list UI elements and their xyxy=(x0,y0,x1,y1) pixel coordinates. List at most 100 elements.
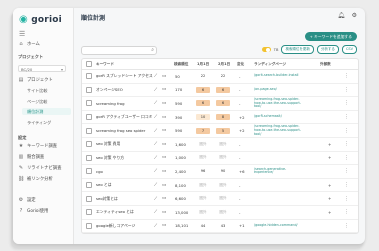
trend-icon[interactable]: ⟋ xyxy=(154,206,157,219)
sidebar-item-rank-tracking[interactable]: 順位計測 xyxy=(22,108,71,115)
sidebar-item-help[interactable]: ? Gorioi使用 xyxy=(18,208,49,214)
gear-icon[interactable]: ⚙ xyxy=(352,12,357,19)
more-icon[interactable]: ⋮ xyxy=(344,111,349,124)
trend-icon[interactable]: ⟋ xyxy=(154,179,157,192)
row-checkbox[interactable] xyxy=(86,70,92,83)
more-icon[interactable]: ⋮ xyxy=(344,206,349,219)
tag-add-icon[interactable]: + xyxy=(328,179,331,192)
row-checkbox[interactable] xyxy=(86,206,92,219)
sidebar-item-site-compare[interactable]: サイト比較 xyxy=(27,88,47,94)
row-checkbox[interactable] xyxy=(86,220,92,233)
header-change[interactable]: 変化 xyxy=(237,59,244,69)
row-checkbox[interactable] xyxy=(86,124,92,137)
table-row[interactable]: オンページSEO ⟋ ▭ 170 6 6 - /on-page-seo/ ⋮ xyxy=(82,84,358,98)
select-all-checkbox[interactable] xyxy=(86,59,92,69)
project-select[interactable]: BC/20 ▾ xyxy=(18,65,66,72)
sidebar-item-project[interactable]: ▤ プロジェクト xyxy=(18,77,53,83)
monitor-icon[interactable]: ▭ xyxy=(162,220,166,233)
more-icon[interactable]: ⋮ xyxy=(344,70,349,83)
table-row[interactable]: seo とは ⟋ ▭ 8,100 圏外 圏外 - + ⋮ xyxy=(82,179,358,193)
checkbox[interactable] xyxy=(86,222,92,229)
sidebar-item-backlink[interactable]: ⛓ 被リンク分析 xyxy=(18,176,53,182)
trend-icon[interactable]: ⟋ xyxy=(154,220,157,233)
checkbox[interactable] xyxy=(86,182,92,189)
landing-page-cell[interactable]: /gorit-search-builder-install xyxy=(254,70,304,83)
tag-add-icon[interactable]: + xyxy=(328,206,331,219)
row-checkbox[interactable] xyxy=(86,179,92,192)
row-checkbox[interactable] xyxy=(86,111,92,124)
header-date-2[interactable]: 2月1日 xyxy=(218,59,230,69)
trend-icon[interactable]: ⟋ xyxy=(154,192,157,205)
checkbox[interactable] xyxy=(86,209,92,216)
sidebar-item-rewrite[interactable]: ✎ リライトナビ調査 xyxy=(18,165,61,171)
keyword-cell[interactable]: gorR スプレッドシート アクセス xyxy=(96,70,153,83)
landing-page-cell[interactable] xyxy=(254,138,304,151)
update-rank-button[interactable]: 検索順位を更新 xyxy=(281,45,314,54)
trend-icon[interactable]: ⟋ xyxy=(154,138,157,151)
landing-page-link[interactable]: /google-hidden-command/ xyxy=(254,223,304,228)
checkbox[interactable] xyxy=(86,127,92,134)
checkbox[interactable] xyxy=(86,73,92,80)
row-checkbox[interactable] xyxy=(86,152,92,165)
more-icon[interactable]: ⋮ xyxy=(344,124,349,137)
trend-icon[interactable]: ⟋ xyxy=(154,70,157,83)
monitor-icon[interactable]: ▭ xyxy=(162,192,166,205)
keyword-cell[interactable]: seo とは xyxy=(96,179,111,192)
trend-icon[interactable]: ⟋ xyxy=(154,84,157,97)
landing-page-link[interactable]: /on-page-seo/ xyxy=(254,87,304,92)
landing-page-cell[interactable]: /google-hidden-command/ xyxy=(254,220,304,233)
trend-icon[interactable]: ⟋ xyxy=(154,165,157,178)
csv-button[interactable]: CSV xyxy=(341,45,357,54)
sidebar-item-page-compare[interactable]: ページ比較 xyxy=(27,99,47,105)
trend-icon[interactable]: ⟋ xyxy=(154,152,157,165)
keyword-cell[interactable]: screaming frog seo spider xyxy=(96,124,145,137)
landing-page-link[interactable]: /search-generative-experience/ xyxy=(254,167,304,176)
row-checkbox[interactable] xyxy=(86,138,92,151)
sidebar-item-home[interactable]: ⌂ ホーム xyxy=(18,41,39,47)
table-row[interactable]: gorR アクティブユーザー 口コミ ⟋ ▭ 390 10 8 +2/gorR-schema… xyxy=(82,111,358,125)
bell-icon[interactable]: 🔔︎ xyxy=(337,12,345,19)
logo[interactable]: ◉ gorioi xyxy=(19,14,62,25)
row-checkbox[interactable] xyxy=(86,97,92,110)
landing-page-cell[interactable] xyxy=(254,206,304,219)
table-row[interactable]: cgo ⟋ ▭ 2,400 96 90 +6/search-generative-exper… xyxy=(82,165,358,179)
more-icon[interactable]: ⋮ xyxy=(344,84,349,97)
keyword-cell[interactable]: seo対策とは xyxy=(96,192,118,205)
more-icon[interactable]: ⋮ xyxy=(344,138,349,151)
checkbox[interactable] xyxy=(86,195,92,202)
table-row[interactable]: seo対策とは ⟋ ▭ 6,600 圏外 圏外 - + ⋮ xyxy=(82,192,358,206)
keyword-cell[interactable]: seo 対策 やり方 xyxy=(96,152,124,165)
sidebar-item-writing[interactable]: ライティング xyxy=(27,120,51,126)
landing-page-cell[interactable] xyxy=(254,192,304,205)
checkbox[interactable] xyxy=(86,141,92,148)
header-external[interactable]: 外部数 xyxy=(320,59,331,69)
more-icon[interactable]: ⋮ xyxy=(344,179,349,192)
analyze-button[interactable]: 分析する xyxy=(316,45,339,54)
table-row[interactable]: screaming frog seo spider ⟋ ▭ 590 7 5 +2/screa… xyxy=(82,124,358,138)
table-row[interactable]: エンティティseo とは ⟋ ▭ 13,000 圏外 圏外 - + ⋮ xyxy=(82,206,358,220)
tag-add-icon[interactable]: + xyxy=(328,152,331,165)
row-checkbox[interactable] xyxy=(86,192,92,205)
table-row[interactable]: screaming frog ⟋ ▭ 590 6 6 - /screaming-frog-se… xyxy=(82,97,358,111)
keyword-cell[interactable]: cgo xyxy=(96,165,103,178)
table-row[interactable]: google新しコアページ ⟋ ▭ 18,101 44 43 +1/google-hidde… xyxy=(82,220,358,234)
header-landing-page[interactable]: ランディングページ xyxy=(254,59,286,69)
monitor-icon[interactable]: ▭ xyxy=(162,70,166,83)
row-checkbox[interactable] xyxy=(86,165,92,178)
sidebar-item-keyword-research[interactable]: ★ キーワード調査 xyxy=(18,143,57,149)
table-row[interactable]: seo 対策 やり方 ⟋ ▭ 1,000 圏外 圏外 - + ⋮ xyxy=(82,152,358,166)
keyword-cell[interactable]: エンティティseo とは xyxy=(96,206,134,219)
checkbox[interactable] xyxy=(86,114,92,121)
checkbox[interactable] xyxy=(86,100,92,107)
landing-page-cell[interactable]: /gorR-schemasit/ xyxy=(254,111,304,124)
landing-page-link[interactable]: /gorR-schemasit/ xyxy=(254,114,304,119)
monitor-icon[interactable]: ▭ xyxy=(162,124,166,137)
checkbox[interactable] xyxy=(86,168,92,175)
tag-add-icon[interactable]: + xyxy=(328,138,331,151)
hamburger-icon[interactable]: ☰ xyxy=(19,30,25,38)
trend-icon[interactable]: ⟋ xyxy=(154,111,157,124)
checkbox[interactable] xyxy=(86,61,92,67)
more-icon[interactable]: ⋮ xyxy=(344,165,349,178)
keyword-cell[interactable]: screaming frog xyxy=(96,97,125,110)
header-volume[interactable]: 検索順位 xyxy=(174,59,188,69)
